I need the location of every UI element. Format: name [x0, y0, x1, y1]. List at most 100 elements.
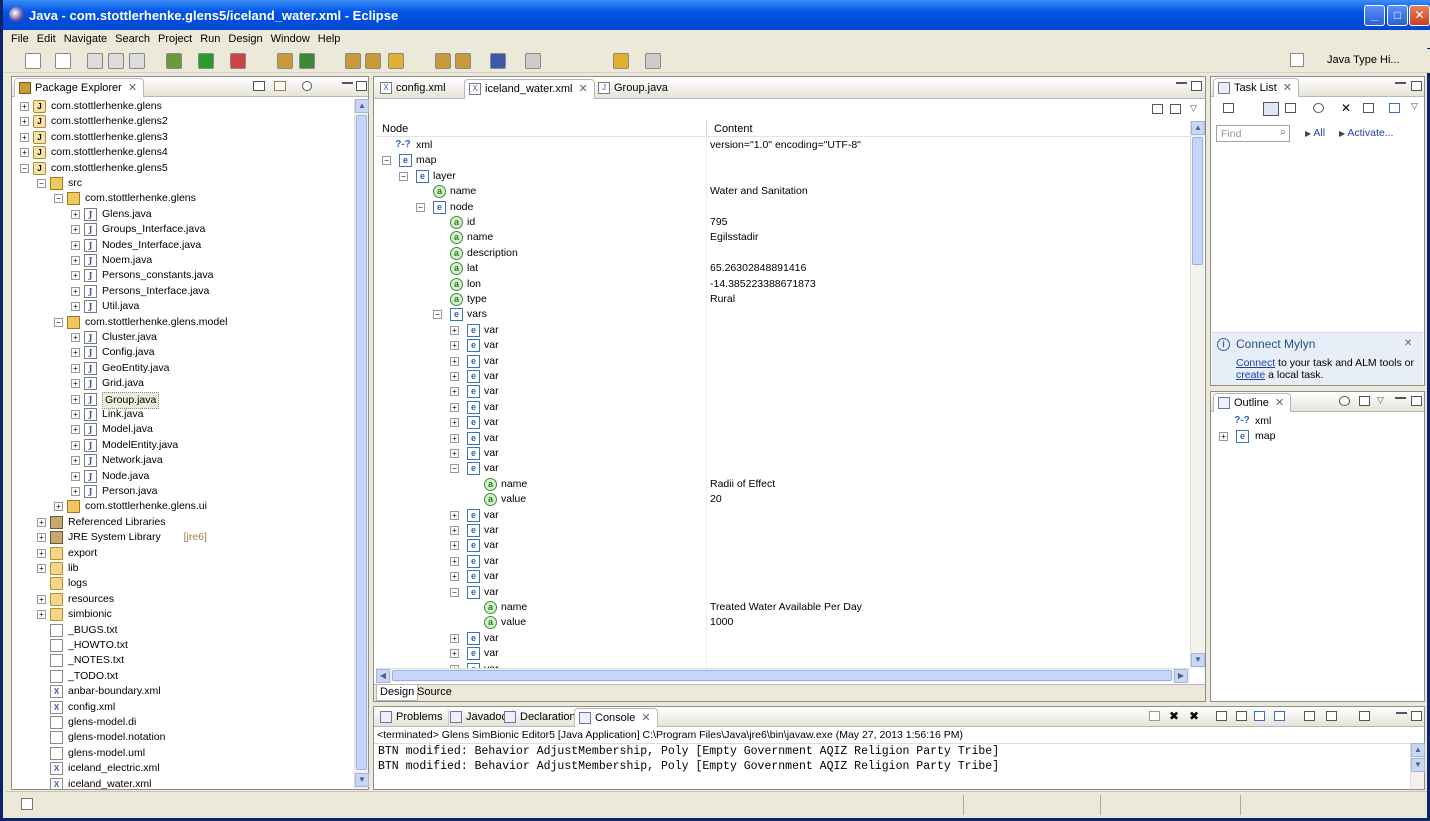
xml-tree[interactable]: ?-? xml version="1.0" encoding="UTF-8" − e ma… [376, 138, 1190, 668]
tree-item[interactable]: + J ModelEntity.java [14, 438, 352, 453]
tree-item[interactable]: + J Groups_Interface.java [14, 222, 352, 237]
expand-icon[interactable]: + [450, 356, 459, 366]
tree-item[interactable]: Xconfig.xml [14, 700, 352, 715]
xml-tree-row[interactable]: + evar [376, 400, 1190, 415]
tree-item[interactable]: + J Persons_constants.java [14, 268, 352, 283]
view-menu-icon[interactable]: ▽ [1377, 395, 1384, 406]
expand-icon[interactable]: + [20, 132, 29, 142]
tree-item[interactable]: _BUGS.txt [14, 623, 352, 638]
scroll-up-icon[interactable]: ▲ [1411, 743, 1425, 757]
xml-tree-row[interactable]: a name Egilsstadir [376, 230, 1190, 245]
expand-icon[interactable]: + [450, 526, 459, 535]
tree-item[interactable]: − com.stottlerhenke.glens.model [14, 315, 352, 330]
activate-filter[interactable]: ▶ Activate... [1339, 127, 1393, 139]
menu-edit[interactable]: Edit [33, 30, 60, 48]
tree-item[interactable]: − src [14, 176, 352, 191]
title-bar[interactable]: Java - com.stottlerhenke.glens5/iceland_… [3, 0, 1430, 30]
tree-item[interactable]: + J Glens.java [14, 207, 352, 222]
expand-icon[interactable]: + [450, 325, 459, 335]
tree-item[interactable]: + J Persons_Interface.java [14, 284, 352, 299]
menu-window[interactable]: Window [267, 30, 314, 48]
expand-icon[interactable]: + [450, 649, 459, 659]
expand-icon[interactable]: + [450, 418, 459, 428]
node-content[interactable]: Radii of Effect [710, 477, 775, 492]
node-content[interactable]: 1000 [710, 615, 733, 630]
node-content[interactable]: Water and Sanitation [710, 184, 808, 199]
remove-all-icon[interactable]: ✖ [1189, 709, 1199, 723]
tree-item[interactable]: + lib [14, 561, 352, 576]
menu-run[interactable]: Run [196, 30, 224, 48]
link-with-editor-icon[interactable] [274, 81, 286, 91]
tree-item[interactable]: − com.stottlerhenke.glens [14, 191, 352, 206]
maximize-view-icon[interactable] [1411, 711, 1422, 721]
show-on-output-icon[interactable] [1254, 711, 1265, 721]
menu-project[interactable]: Project [154, 30, 196, 48]
tree-item[interactable]: _NOTES.txt [14, 653, 352, 668]
outline-item[interactable]: + e map [1213, 429, 1423, 444]
activate-link[interactable]: Activate... [1347, 127, 1393, 139]
xml-tree-row[interactable]: + evar [376, 338, 1190, 353]
tab-outline[interactable]: Outline ✕ [1213, 393, 1292, 412]
expand-icon[interactable]: + [71, 333, 80, 342]
node-content[interactable]: Rural [710, 292, 735, 307]
outline-item[interactable]: ?-? xml [1213, 414, 1423, 429]
hide-completed-icon[interactable]: ✕ [1341, 101, 1351, 115]
expand-icon[interactable]: + [450, 372, 459, 381]
xml-tree-row[interactable]: + evar [376, 569, 1190, 584]
expand-icon[interactable]: + [20, 102, 29, 111]
expand-icon[interactable]: + [450, 433, 459, 443]
xml-tree-row[interactable]: a value 20 [376, 492, 1190, 507]
expand-icon[interactable]: + [54, 502, 63, 512]
xml-tree-row[interactable]: a name Treated Water Available Per Day [376, 600, 1190, 615]
tree-item[interactable]: + J Noem.java [14, 253, 352, 268]
remove-launch-icon[interactable]: ✖ [1169, 709, 1179, 723]
expand-icon[interactable]: + [71, 348, 80, 358]
expand-icon[interactable]: + [71, 286, 80, 296]
package-tree[interactable]: + Jcom.stottlerhenke.glens + Jcom.stottlerh… [14, 99, 352, 789]
tree-item[interactable]: + J Link.java [14, 407, 352, 422]
xml-tree-row[interactable]: a name Water and Sanitation [376, 184, 1190, 199]
tab-iceland_water-xml[interactable]: Xiceland_water.xml ✕ [464, 79, 595, 99]
connect-link[interactable]: Connect [1236, 357, 1275, 369]
expand-icon[interactable]: + [450, 633, 459, 643]
menu-search[interactable]: Search [111, 30, 154, 48]
collapse-icon[interactable]: − [416, 202, 425, 212]
tree-item[interactable]: + J Model.java [14, 422, 352, 437]
open-task-icon[interactable] [365, 53, 381, 69]
new-task-icon[interactable] [1223, 103, 1234, 113]
tree-item[interactable]: + J Nodes_Interface.java [14, 238, 352, 253]
scroll-thumb[interactable] [392, 670, 1172, 681]
node-content[interactable]: version="1.0" encoding="UTF-8" [710, 138, 861, 153]
xml-tree-row[interactable]: a lat 65.26302848891416 [376, 261, 1190, 276]
outline-tree[interactable]: ?-? xml + e map [1213, 414, 1423, 474]
close-icon[interactable]: ✕ [1275, 397, 1284, 409]
xml-tree-row[interactable]: + evar [376, 446, 1190, 461]
tree-item[interactable]: _HOWTO.txt [14, 638, 352, 653]
scroll-thumb[interactable] [356, 115, 367, 770]
close-icon[interactable]: ✕ [1404, 338, 1412, 349]
prev-annotation-icon[interactable] [455, 53, 471, 69]
expand-icon[interactable]: + [71, 209, 80, 219]
forward-icon[interactable] [645, 53, 661, 69]
show-on-error-icon[interactable] [1274, 711, 1285, 721]
new-type-icon[interactable] [55, 53, 71, 69]
forward-edit-icon[interactable] [525, 53, 541, 69]
tab-source[interactable]: Source [414, 685, 455, 701]
minimize-view-icon[interactable] [1176, 81, 1187, 84]
xml-tree-row[interactable]: − e vars [376, 307, 1190, 322]
expand-icon[interactable]: + [37, 610, 46, 620]
view-menu-icon[interactable] [302, 81, 312, 91]
expand-icon[interactable]: + [71, 425, 80, 435]
xml-tree-row[interactable]: a type Rural [376, 292, 1190, 307]
tree-item[interactable]: + resources [14, 592, 352, 607]
column-header-content[interactable]: Content [714, 123, 753, 135]
xml-tree-row[interactable]: + evar [376, 538, 1190, 553]
scroll-up-icon[interactable]: ▲ [1191, 121, 1205, 135]
collapse-all-icon[interactable] [253, 81, 265, 91]
tree-item[interactable]: + J Node.java [14, 469, 352, 484]
xml-tree-row[interactable]: + evar [376, 554, 1190, 569]
xml-tree-row[interactable]: − e layer [376, 169, 1190, 184]
print-icon[interactable] [129, 53, 145, 69]
expand-icon[interactable]: + [450, 572, 459, 582]
xml-tree-row[interactable]: a name Radii of Effect [376, 477, 1190, 492]
